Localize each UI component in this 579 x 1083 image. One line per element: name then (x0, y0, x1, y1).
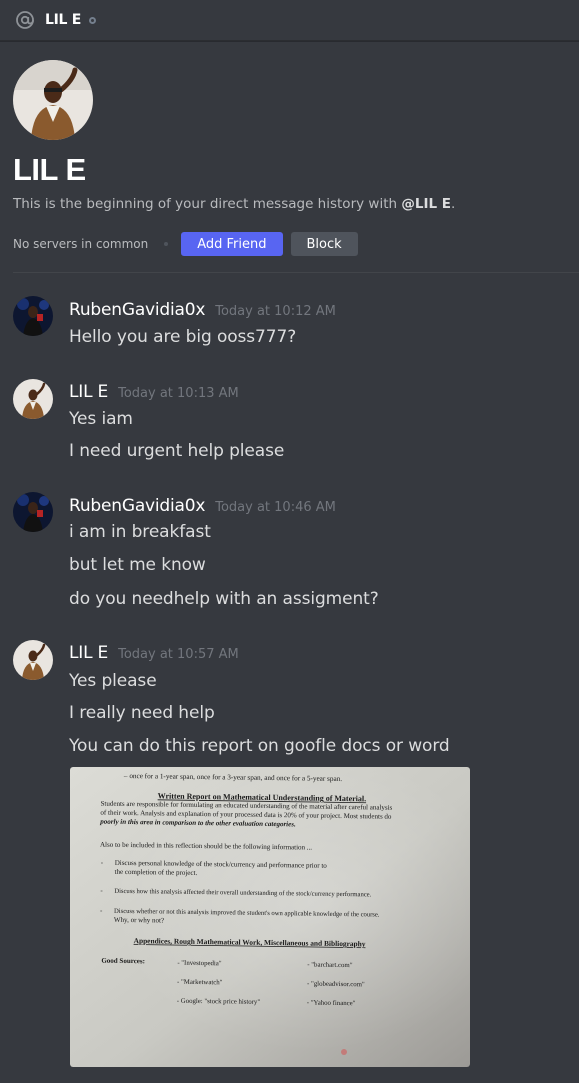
offline-status-icon (89, 16, 96, 24)
intro-divider (13, 272, 579, 273)
doc-bullet: Why, or why not? (114, 916, 164, 925)
doc-good-sources: Good Sources: (101, 957, 145, 966)
doc-bullet: the completion of the project. (115, 868, 198, 877)
message-username[interactable]: LIL E (69, 643, 108, 663)
message-text: do you needhelp with an assigment? (69, 589, 379, 609)
intro-description-prefix: This is the beginning of your direct mes… (13, 196, 402, 212)
message-username[interactable]: RubenGavidia0x (69, 300, 205, 320)
image-attachment[interactable]: – once for a 1-year span, once for a 3-y… (70, 767, 470, 1067)
doc-source: - "Marketwatch" (177, 979, 223, 987)
message-timestamp: Today at 10:57 AM (118, 647, 239, 662)
dot-separator (164, 242, 169, 246)
message-text: I need urgent help please (69, 441, 285, 461)
message-text: Hello you are big ooss777? (69, 327, 297, 347)
message-header: LIL E Today at 10:13 AM (69, 382, 239, 402)
dm-intro: LIL E This is the beginning of your dire… (13, 60, 573, 256)
intro-description: This is the beginning of your direct mes… (13, 196, 573, 212)
block-button[interactable]: Block (290, 232, 358, 256)
channel-title[interactable]: LIL E (45, 12, 81, 28)
message-text: but let me know (69, 555, 206, 575)
doc-source: - "Investopedia" (177, 960, 222, 968)
photo-glare (341, 1049, 347, 1055)
message-text: Yes iam (69, 409, 133, 429)
add-friend-button[interactable]: Add Friend (181, 232, 283, 256)
user-avatar[interactable] (13, 296, 53, 336)
doc-source: - "Yahoo finance" (307, 1000, 356, 1008)
intro-description-suffix: . (451, 196, 456, 212)
user-avatar[interactable] (13, 379, 53, 419)
channel-header: LIL E (0, 0, 579, 41)
intro-actions: No servers in common Add Friend Block (13, 232, 358, 256)
at-sign-icon (14, 9, 36, 31)
profile-name: LIL E (13, 152, 86, 187)
message-timestamp: Today at 10:46 AM (215, 500, 336, 515)
message-timestamp: Today at 10:13 AM (118, 386, 239, 401)
message-text: Yes please (69, 671, 157, 691)
message-text: I really need help (69, 703, 215, 723)
profile-avatar[interactable] (13, 60, 93, 140)
message-header: LIL E Today at 10:57 AM (69, 643, 239, 663)
doc-source: - "barchart.com" (307, 962, 352, 970)
message-text: You can do this report on goofle docs or… (69, 736, 450, 756)
doc-source: - Google: "stock price history" (177, 998, 261, 1006)
doc-source: - "globeadvisor.com" (307, 981, 365, 989)
message-text: i am in breakfast (69, 522, 211, 542)
intro-handle: @LIL E (401, 196, 451, 212)
message-username[interactable]: RubenGavidia0x (69, 496, 205, 516)
message-header: RubenGavidia0x Today at 10:12 AM (69, 300, 336, 320)
message-header: RubenGavidia0x Today at 10:46 AM (69, 496, 336, 516)
no-servers-label: No servers in common (13, 237, 149, 251)
message-timestamp: Today at 10:12 AM (215, 304, 336, 319)
user-avatar[interactable] (13, 640, 53, 680)
message-username[interactable]: LIL E (69, 382, 108, 402)
user-avatar[interactable] (13, 492, 53, 532)
